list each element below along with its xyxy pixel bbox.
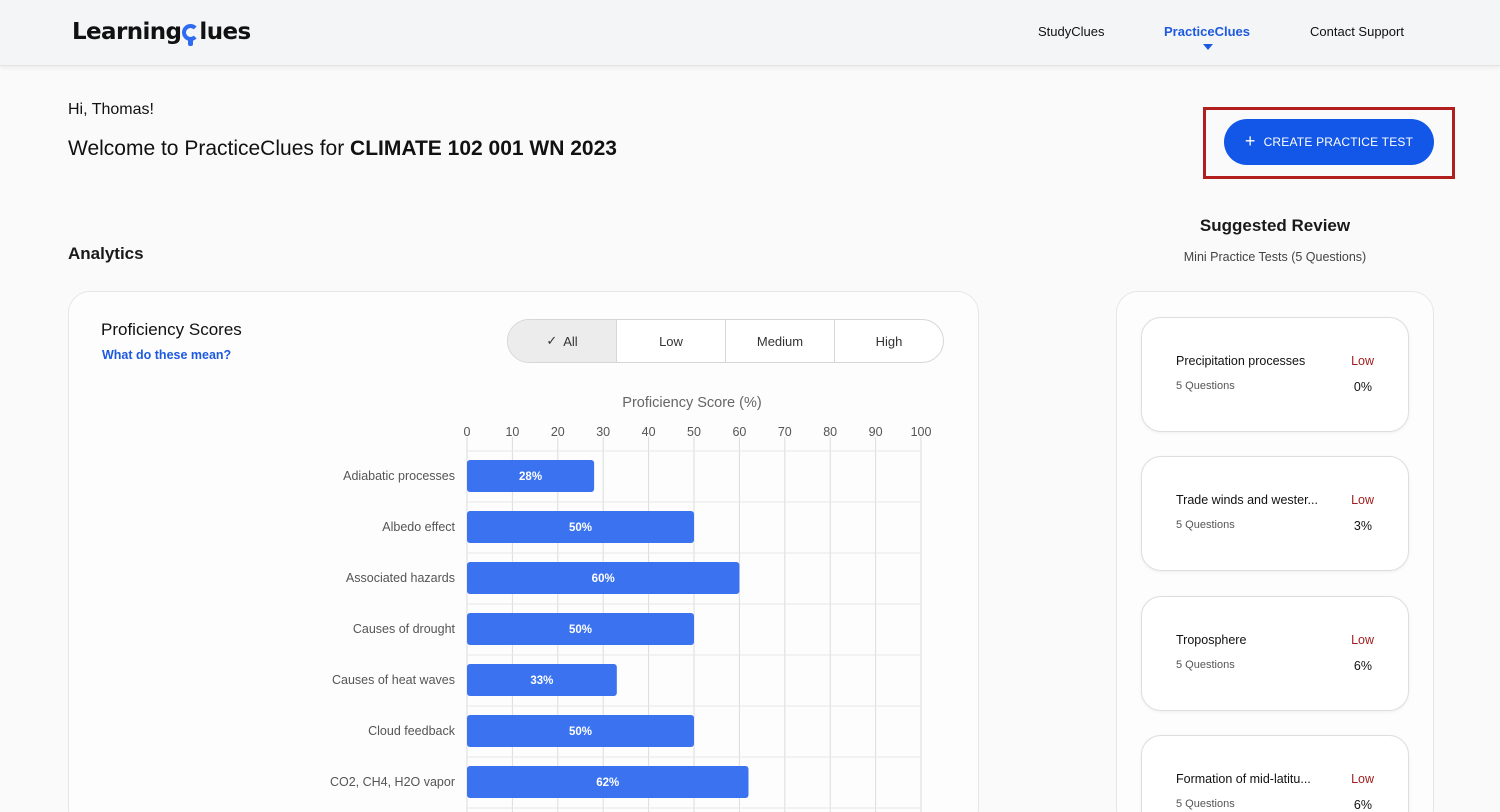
welcome-heading: Welcome to PracticeClues for CLIMATE 102… bbox=[68, 137, 617, 161]
review-topic: Troposphere bbox=[1176, 633, 1247, 647]
y-category-label: Cloud feedback bbox=[368, 724, 456, 738]
filter-medium[interactable]: Medium bbox=[726, 320, 835, 362]
course-name: CLIMATE 102 001 WN 2023 bbox=[350, 137, 617, 160]
welcome-prefix: Welcome to PracticeClues for bbox=[68, 137, 351, 160]
create-practice-test-button[interactable]: + CREATE PRACTICE TEST bbox=[1224, 119, 1434, 165]
y-category-label: Causes of heat waves bbox=[332, 673, 455, 687]
greeting-text: Hi, Thomas! bbox=[68, 101, 154, 118]
bar-value-label: 50% bbox=[569, 522, 592, 534]
logo-text-end: lues bbox=[199, 19, 251, 45]
review-card[interactable]: Formation of mid-latitu... Low 5 Questio… bbox=[1141, 735, 1409, 812]
review-score: 6% bbox=[1353, 659, 1372, 673]
review-level-badge: Low bbox=[1351, 633, 1374, 647]
learningclues-logo[interactable]: Learning lues bbox=[72, 19, 251, 46]
x-tick-label: 0 bbox=[464, 425, 471, 439]
x-tick-label: 40 bbox=[642, 425, 656, 439]
x-tick-label: 10 bbox=[505, 425, 519, 439]
review-topic: Trade winds and wester... bbox=[1176, 493, 1318, 507]
checkmark-icon: ✓ bbox=[546, 333, 558, 348]
x-tick-label: 30 bbox=[596, 425, 610, 439]
analytics-heading: Analytics bbox=[68, 244, 144, 263]
suggested-review-subtitle: Mini Practice Tests (5 Questions) bbox=[1183, 250, 1367, 264]
x-tick-label: 90 bbox=[869, 425, 883, 439]
y-category-label: Albedo effect bbox=[382, 520, 455, 534]
review-question-count: 5 Questions bbox=[1176, 519, 1235, 531]
bar-value-label: 33% bbox=[530, 675, 553, 687]
x-tick-label: 60 bbox=[732, 425, 746, 439]
bar-value-label: 62% bbox=[596, 777, 619, 789]
nav-studyclues[interactable]: StudyClues bbox=[1038, 24, 1104, 39]
review-score: 3% bbox=[1353, 519, 1372, 533]
review-question-count: 5 Questions bbox=[1176, 659, 1235, 671]
proficiency-scores-title: Proficiency Scores bbox=[101, 320, 242, 339]
filter-high-label: High bbox=[875, 333, 903, 349]
review-card[interactable]: Troposphere Low 5 Questions 6% bbox=[1141, 596, 1409, 711]
review-card[interactable]: Trade winds and wester... Low 5 Question… bbox=[1141, 456, 1409, 571]
review-level-badge: Low bbox=[1351, 354, 1374, 368]
review-level-badge: Low bbox=[1351, 772, 1374, 786]
bar-value-label: 60% bbox=[592, 573, 615, 585]
y-category-label: Causes of drought bbox=[353, 622, 456, 636]
review-card[interactable]: Precipitation processes Low 5 Questions … bbox=[1141, 317, 1409, 432]
review-topic: Formation of mid-latitu... bbox=[1176, 772, 1311, 786]
review-level-badge: Low bbox=[1351, 493, 1374, 507]
what-do-these-mean-link[interactable]: What do these mean? bbox=[102, 348, 231, 362]
x-tick-label: 100 bbox=[911, 425, 932, 439]
bar-value-label: 28% bbox=[519, 471, 542, 483]
review-score: 6% bbox=[1353, 798, 1372, 812]
y-category-label: CO2, CH4, H2O vapor bbox=[330, 775, 455, 789]
review-question-count: 5 Questions bbox=[1176, 380, 1235, 392]
filter-low[interactable]: Low bbox=[617, 320, 726, 362]
nav-contact-support[interactable]: Contact Support bbox=[1310, 24, 1404, 39]
top-navigation-bar: Learning lues StudyClues PracticeClues C… bbox=[0, 0, 1500, 66]
x-tick-label: 20 bbox=[551, 425, 565, 439]
create-practice-test-label: CREATE PRACTICE TEST bbox=[1263, 135, 1414, 149]
filter-all-label: All bbox=[563, 333, 578, 349]
filter-high[interactable]: High bbox=[835, 320, 943, 362]
bar-value-label: 50% bbox=[569, 624, 592, 636]
filter-all[interactable]: ✓ All bbox=[508, 320, 617, 362]
review-topic: Precipitation processes bbox=[1176, 354, 1306, 368]
active-nav-indicator-icon bbox=[1203, 44, 1213, 50]
filter-medium-label: Medium bbox=[756, 333, 804, 349]
plus-icon: + bbox=[1244, 131, 1256, 151]
review-question-count: 5 Questions bbox=[1176, 798, 1235, 810]
logo-magnifier-c-icon bbox=[182, 22, 200, 46]
bar-value-label: 50% bbox=[569, 726, 592, 738]
y-category-label: Adiabatic processes bbox=[343, 469, 455, 483]
x-tick-label: 70 bbox=[778, 425, 792, 439]
suggested-review-title: Suggested Review bbox=[1199, 216, 1351, 235]
y-category-label: Associated hazards bbox=[346, 571, 455, 585]
review-score: 0% bbox=[1353, 380, 1372, 394]
nav-practiceclues[interactable]: PracticeClues bbox=[1164, 24, 1250, 39]
proficiency-filter: ✓ All Low Medium High bbox=[507, 319, 944, 363]
logo-text-start: Learning bbox=[72, 19, 182, 45]
proficiency-bar-chart: Proficiency Score (%) 0 10 20 30 40 50 60 70 80 90… bbox=[330, 395, 932, 812]
x-tick-label: 80 bbox=[823, 425, 837, 439]
chart-title: Proficiency Score (%) bbox=[622, 395, 761, 411]
filter-low-label: Low bbox=[659, 333, 683, 349]
x-tick-label: 50 bbox=[687, 425, 701, 439]
